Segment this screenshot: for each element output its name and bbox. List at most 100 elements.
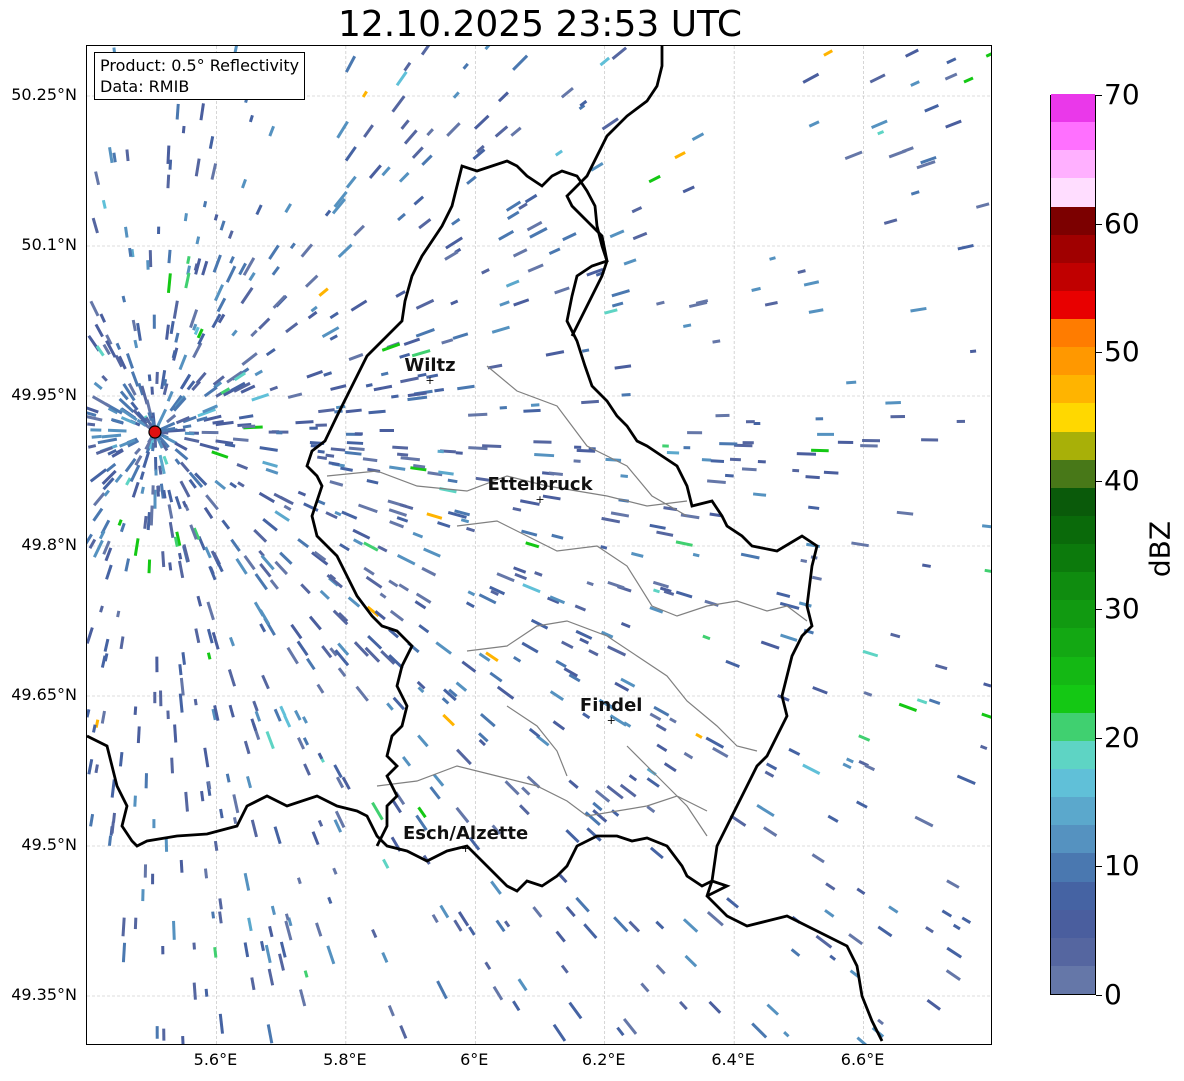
echo (952, 923, 961, 931)
echo (344, 450, 362, 456)
echo (365, 383, 373, 388)
echo (478, 593, 497, 605)
colorbar-segment (1051, 515, 1095, 544)
echo (100, 655, 107, 668)
echo (420, 46, 435, 56)
echo (928, 698, 941, 705)
echo (232, 794, 240, 814)
echo (134, 447, 142, 455)
echo (153, 691, 157, 704)
echo (381, 166, 391, 177)
echo (266, 1024, 274, 1044)
echo (279, 551, 293, 565)
echo (506, 210, 520, 220)
echo (93, 381, 103, 390)
echo (542, 494, 561, 501)
echo (167, 489, 174, 503)
colorbar-segment (1051, 740, 1095, 769)
echo (99, 313, 107, 323)
echo (663, 762, 677, 773)
echo (246, 776, 253, 789)
echo (321, 645, 333, 659)
echo (248, 271, 256, 282)
echo (227, 669, 237, 687)
echo (560, 86, 574, 99)
echo (131, 481, 140, 498)
colorbar-segment (1051, 571, 1095, 601)
radar-map[interactable]: + Wiltz + Ettelbruck + Findel + Esch/Alzette (86, 45, 992, 1045)
echo (805, 475, 820, 480)
colorbar-tick-label: 50 (1104, 335, 1140, 369)
echo (296, 877, 302, 885)
echo (490, 880, 502, 895)
echo (745, 420, 755, 424)
echo (205, 494, 219, 511)
echo (366, 479, 379, 485)
echo (355, 685, 369, 702)
echo (421, 566, 437, 577)
echo (303, 763, 311, 776)
echo (179, 677, 185, 696)
echo (455, 806, 470, 824)
echo (763, 826, 778, 837)
echo (172, 300, 179, 319)
echo (619, 783, 637, 798)
echo (715, 413, 730, 418)
echo (218, 911, 223, 924)
echo (178, 354, 188, 371)
echo (607, 580, 625, 590)
echo (512, 54, 529, 71)
echo (315, 423, 327, 427)
echo (846, 380, 857, 385)
echo (825, 882, 836, 891)
echo (208, 136, 215, 149)
city-label: Ettelbruck (487, 474, 593, 495)
echo (206, 652, 212, 660)
echo (554, 149, 563, 157)
colorbar-tick-label: 40 (1104, 463, 1140, 497)
radar-site-layer (148, 425, 162, 439)
echo (765, 762, 778, 771)
echo (648, 174, 661, 184)
echo (860, 444, 878, 448)
echo (154, 456, 158, 472)
echo (167, 249, 172, 264)
echo (798, 601, 812, 608)
echo (461, 660, 477, 673)
echo (432, 773, 445, 787)
echo (265, 730, 275, 750)
echo (221, 519, 231, 530)
echo (300, 243, 314, 258)
echo (210, 163, 218, 180)
echo (345, 408, 362, 414)
echo (788, 747, 801, 756)
echo (662, 444, 669, 448)
echo (302, 737, 310, 746)
echo (812, 686, 828, 695)
echo (91, 434, 102, 439)
echo (379, 428, 395, 433)
echo (780, 633, 798, 642)
x-tick-label: 6.4°E (711, 1050, 755, 1069)
echo (167, 504, 174, 519)
echo (769, 256, 776, 261)
echo (682, 918, 699, 933)
echo (628, 920, 641, 933)
echo (274, 510, 290, 522)
echo (182, 424, 192, 429)
echo (411, 146, 424, 159)
echo (844, 150, 863, 161)
echo (368, 409, 386, 415)
echo (669, 717, 677, 724)
echo (241, 178, 247, 189)
echo (397, 212, 406, 222)
echo (164, 838, 169, 852)
echo (574, 604, 587, 612)
echo (262, 460, 278, 468)
colorbar-segment (1051, 824, 1095, 854)
echo (534, 571, 543, 577)
echo (363, 541, 379, 552)
echo (237, 481, 245, 488)
echo (381, 951, 389, 963)
echo (418, 218, 432, 230)
